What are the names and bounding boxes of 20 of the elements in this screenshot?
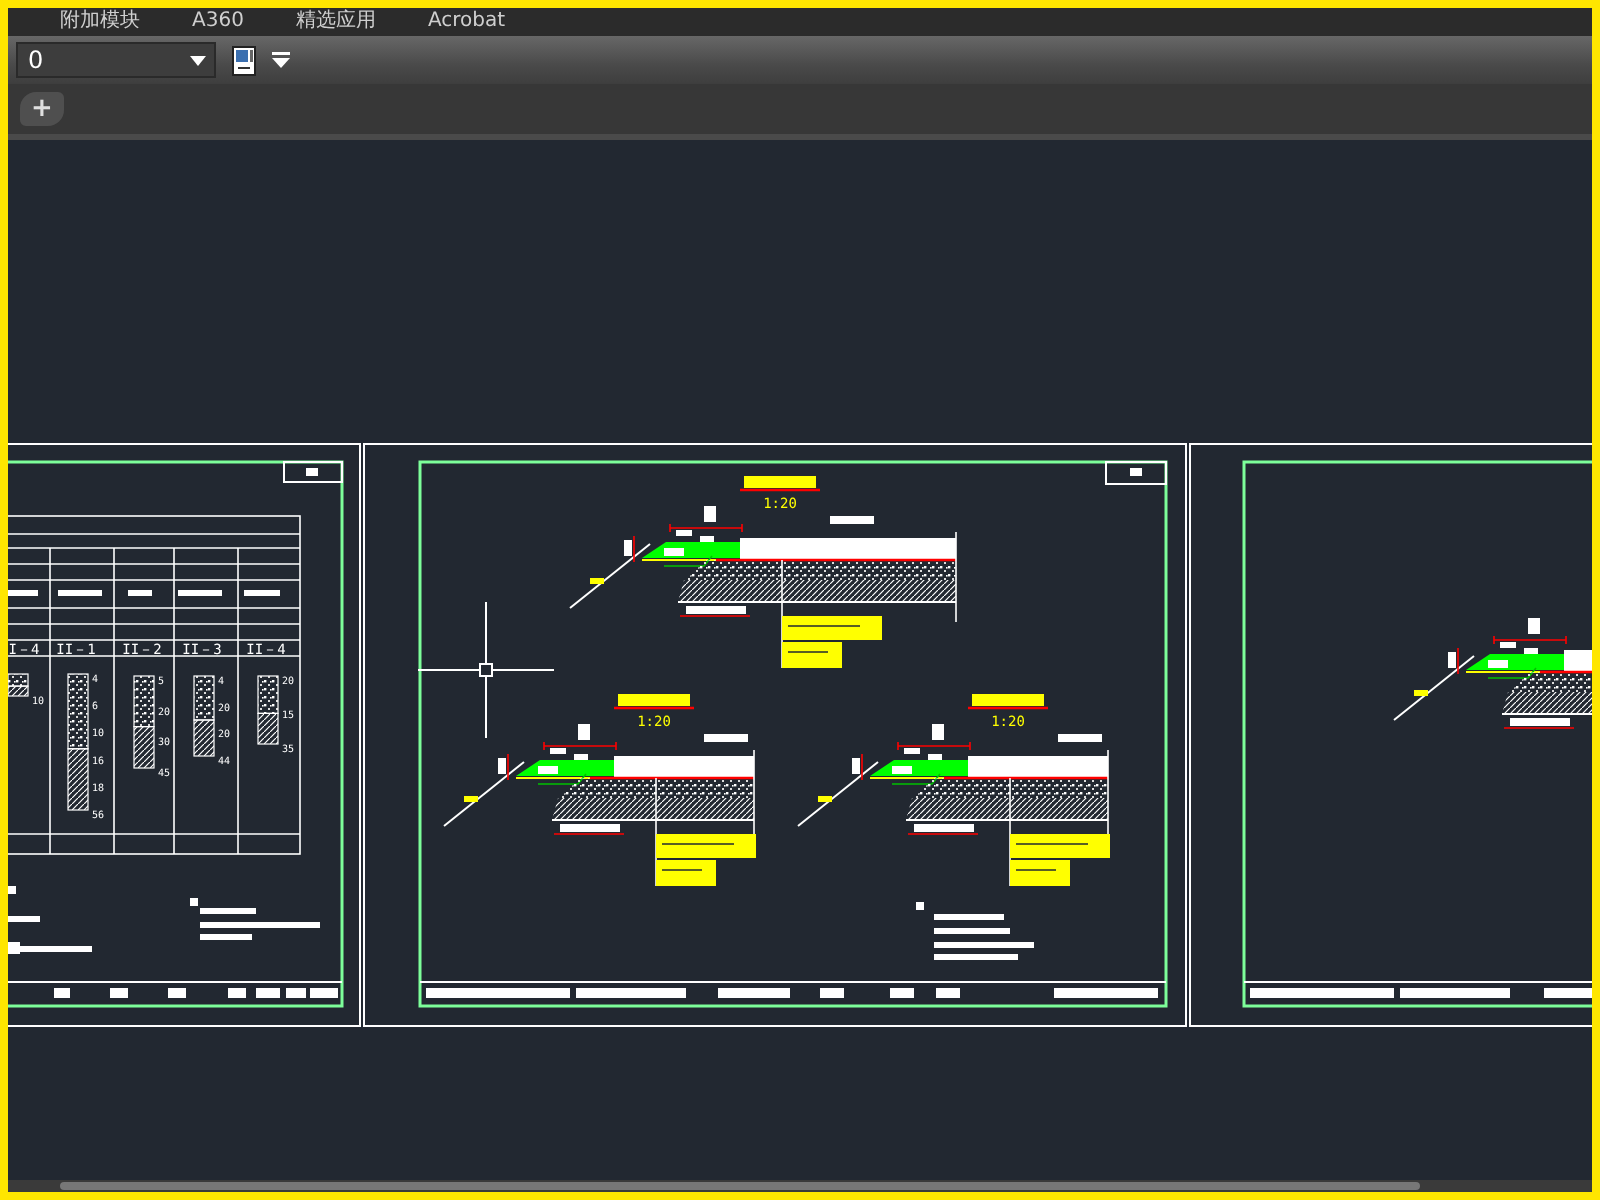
menu-item[interactable]: 附加模块 — [60, 10, 140, 34]
panel-icon[interactable] — [232, 45, 256, 75]
layer-column-drawing — [193, 675, 215, 757]
notes-text-drawing — [916, 902, 1034, 960]
layer-column-drawing — [8, 673, 29, 697]
title-box-drawing — [1105, 461, 1167, 485]
layer-column-drawing — [67, 673, 89, 811]
layer-column-drawing — [257, 675, 279, 745]
caret-icon — [190, 55, 206, 65]
horizontal-scrollbar[interactable] — [8, 1180, 1592, 1192]
layer-column-drawing — [133, 675, 155, 769]
menu-item[interactable]: Acrobat — [427, 10, 506, 34]
collapse-arrow-icon[interactable] — [272, 52, 290, 68]
scrollbar-thumb[interactable] — [60, 1182, 1420, 1190]
menu-item[interactable]: A360 — [192, 10, 244, 34]
menu-item[interactable]: 精选应用 — [295, 10, 376, 34]
new-tab-button[interactable]: + — [20, 92, 64, 126]
crosshair-cursor-icon — [417, 601, 555, 739]
title-box-drawing — [283, 461, 343, 483]
layer-dropdown[interactable]: 0 — [16, 42, 216, 78]
